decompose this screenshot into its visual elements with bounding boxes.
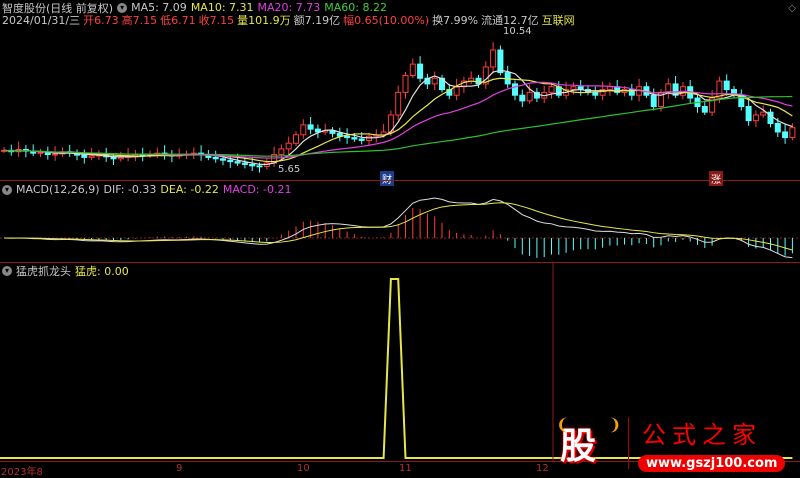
dea-label: DEA: -0.22 xyxy=(160,183,219,196)
chart-canvas[interactable] xyxy=(0,0,800,475)
high-marker: 10.54 xyxy=(503,26,532,37)
candle xyxy=(88,155,95,158)
candle xyxy=(650,94,657,108)
tiger-title: 猛虎抓龙头 xyxy=(16,264,71,278)
candle xyxy=(37,151,44,154)
candle xyxy=(723,80,730,91)
low-marker: 5.65 xyxy=(278,164,301,175)
candle xyxy=(395,91,402,116)
candle xyxy=(285,142,292,150)
candle xyxy=(52,153,59,156)
axis-label: 12 xyxy=(536,463,549,474)
candle xyxy=(241,162,248,165)
logo-name: 公式之家 xyxy=(642,421,762,449)
candle xyxy=(526,91,533,102)
candle xyxy=(672,83,679,96)
horn-icon: ❩ xyxy=(608,415,622,434)
candle xyxy=(409,63,416,76)
candle xyxy=(212,156,219,160)
candle xyxy=(774,122,781,133)
axis-label: 11 xyxy=(399,463,412,474)
candle xyxy=(665,83,672,93)
candle xyxy=(402,74,409,93)
tiger-value: 猛虎: 0.00 xyxy=(75,264,129,278)
horn-icon: ❨ xyxy=(556,415,570,434)
candle xyxy=(431,77,438,85)
candle xyxy=(227,159,234,163)
macd-label: MACD: -0.21 xyxy=(222,183,292,196)
collapse-icon[interactable]: ▾ xyxy=(2,184,12,195)
rise-badge[interactable]: 涨 xyxy=(709,171,723,186)
candle xyxy=(220,158,226,161)
macd-header: ▾ MACD(12,26,9) DIF: -0.33 DEA: -0.22 MA… xyxy=(2,183,291,196)
candle xyxy=(314,128,321,133)
candle xyxy=(701,106,708,113)
candle xyxy=(417,63,424,79)
candle xyxy=(234,161,241,164)
candle xyxy=(249,163,256,167)
candle xyxy=(300,124,307,136)
candle xyxy=(512,83,518,96)
finance-badge[interactable]: 财 xyxy=(380,171,394,186)
candle xyxy=(278,148,285,156)
candle xyxy=(752,114,759,122)
candle xyxy=(490,49,497,68)
candle xyxy=(745,106,752,122)
axis-label: 9 xyxy=(176,463,183,474)
candle xyxy=(117,156,124,160)
candle xyxy=(497,49,504,74)
candle xyxy=(548,86,555,93)
logo-url[interactable]: www.gszj100.com xyxy=(638,455,786,472)
candle xyxy=(351,137,358,140)
tiger-header: ▾ 猛虎抓龙头 猛虎: 0.00 xyxy=(2,264,129,278)
candle xyxy=(453,86,460,96)
candle xyxy=(344,135,351,139)
candle xyxy=(81,154,88,158)
candle xyxy=(570,86,577,91)
candle xyxy=(782,131,789,139)
site-logo: 股 ❨ ❩ 公式之家 www.gszj100.com xyxy=(556,415,796,475)
collapse-icon[interactable]: ▾ xyxy=(2,265,12,276)
candle xyxy=(606,86,613,91)
candle xyxy=(256,165,263,168)
candle xyxy=(293,134,299,144)
candle xyxy=(307,124,314,130)
axis-label: 2023年8 xyxy=(1,467,43,478)
candle xyxy=(760,111,767,116)
candle xyxy=(592,91,599,96)
divider xyxy=(0,180,800,181)
dif-label: DIF: -0.33 xyxy=(103,183,157,196)
macd-title: MACD(12,26,9) xyxy=(16,183,100,196)
candle xyxy=(789,127,796,139)
divider xyxy=(628,417,629,469)
candle xyxy=(519,94,526,102)
candle xyxy=(358,138,365,141)
axis-label: 10 xyxy=(297,463,310,474)
